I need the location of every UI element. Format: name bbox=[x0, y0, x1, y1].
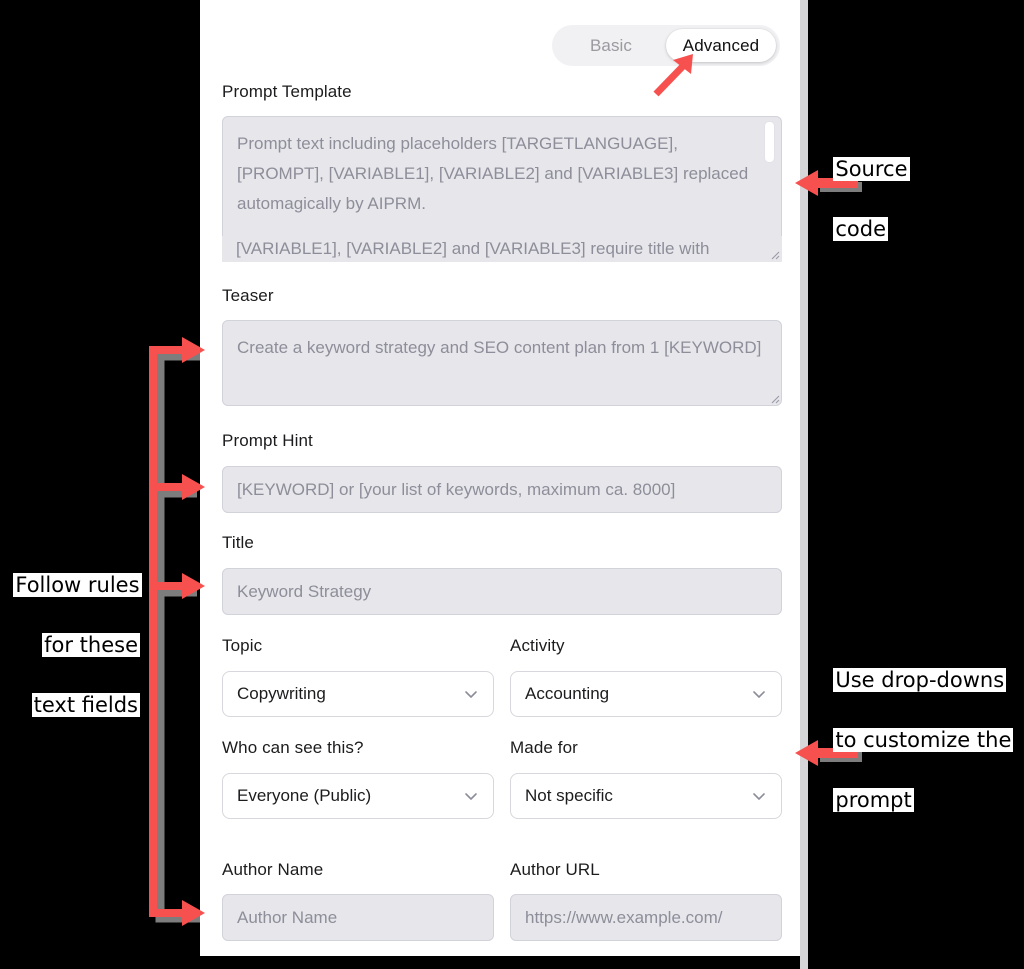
chevron-down-icon bbox=[751, 788, 767, 804]
label-title: Title bbox=[222, 533, 254, 552]
prompt-hint-input[interactable]: [KEYWORD] or [your list of keywords, max… bbox=[222, 466, 782, 513]
activity-value: Accounting bbox=[525, 684, 610, 703]
author-name-placeholder: Author Name bbox=[237, 908, 338, 927]
author-url-input[interactable]: https://www.example.com/ bbox=[510, 894, 782, 941]
annotation-source-code-line2: code bbox=[833, 217, 889, 241]
annotation-text-fields-line3: text fields bbox=[31, 693, 140, 717]
tab-advanced[interactable]: Advanced bbox=[666, 29, 776, 62]
prompt-template-placeholder: Prompt text including placeholders [TARG… bbox=[237, 134, 749, 213]
label-visibility: Who can see this? bbox=[222, 738, 364, 757]
label-author-name: Author Name bbox=[222, 860, 324, 879]
bracket-text-fields bbox=[149, 337, 205, 926]
author-url-placeholder: https://www.example.com/ bbox=[525, 908, 723, 927]
annotation-drop-downs-line3: prompt bbox=[833, 788, 914, 812]
label-prompt-template: Prompt Template bbox=[222, 82, 352, 101]
label-prompt-hint: Prompt Hint bbox=[222, 431, 313, 450]
prompt-template-overflow-line: [VARIABLE1], [VARIABLE2] and [VARIABLE3]… bbox=[222, 236, 782, 262]
prompt-hint-placeholder: [KEYWORD] or [your list of keywords, max… bbox=[237, 480, 676, 499]
activity-select[interactable]: Accounting bbox=[510, 671, 782, 717]
annotation-drop-downs-line2: to customize the bbox=[833, 728, 1014, 752]
teaser-textarea[interactable]: Create a keyword strategy and SEO conten… bbox=[222, 320, 782, 406]
basic-advanced-toggle[interactable]: Basic Advanced bbox=[552, 25, 780, 66]
annotation-drop-downs: Use drop-downs to customize the prompt bbox=[820, 635, 1014, 815]
annotation-source-code: Source code bbox=[820, 124, 910, 244]
prompt-template-placeholder-line2: [VARIABLE1], [VARIABLE2] and [VARIABLE3]… bbox=[236, 239, 710, 258]
visibility-select[interactable]: Everyone (Public) bbox=[222, 773, 494, 819]
chevron-down-icon bbox=[463, 686, 479, 702]
form-content: Basic Advanced Prompt Template Prompt te… bbox=[200, 0, 800, 956]
topic-select[interactable]: Copywriting bbox=[222, 671, 494, 717]
label-made-for: Made for bbox=[510, 738, 578, 757]
title-placeholder: Keyword Strategy bbox=[237, 582, 372, 601]
author-name-input[interactable]: Author Name bbox=[222, 894, 494, 941]
annotation-text-fields: Follow rules for these text fields bbox=[0, 540, 142, 720]
topic-value: Copywriting bbox=[237, 684, 326, 703]
annotation-source-code-line1: Source bbox=[833, 157, 910, 181]
prompt-template-resize-handle[interactable] bbox=[768, 247, 780, 260]
aiprm-prompt-form-panel: Basic Advanced Prompt Template Prompt te… bbox=[200, 0, 808, 956]
visibility-value: Everyone (Public) bbox=[237, 786, 372, 805]
label-author-url: Author URL bbox=[510, 860, 600, 879]
page-scrollbar[interactable] bbox=[800, 0, 808, 969]
annotation-text-fields-line2: for these bbox=[42, 633, 140, 657]
made-for-select[interactable]: Not specific bbox=[510, 773, 782, 819]
label-activity: Activity bbox=[510, 636, 565, 655]
annotation-drop-downs-line1: Use drop-downs bbox=[833, 668, 1007, 692]
label-teaser: Teaser bbox=[222, 286, 274, 305]
tab-basic[interactable]: Basic bbox=[556, 29, 666, 62]
annotation-text-fields-line1: Follow rules bbox=[13, 573, 142, 597]
label-topic: Topic bbox=[222, 636, 263, 655]
title-input[interactable]: Keyword Strategy bbox=[222, 568, 782, 615]
chevron-down-icon bbox=[751, 686, 767, 702]
made-for-value: Not specific bbox=[525, 786, 613, 805]
teaser-placeholder: Create a keyword strategy and SEO conten… bbox=[237, 338, 762, 357]
chevron-down-icon bbox=[463, 788, 479, 804]
teaser-resize-handle[interactable] bbox=[768, 391, 780, 404]
prompt-template-scrollbar-thumb[interactable] bbox=[764, 121, 775, 163]
